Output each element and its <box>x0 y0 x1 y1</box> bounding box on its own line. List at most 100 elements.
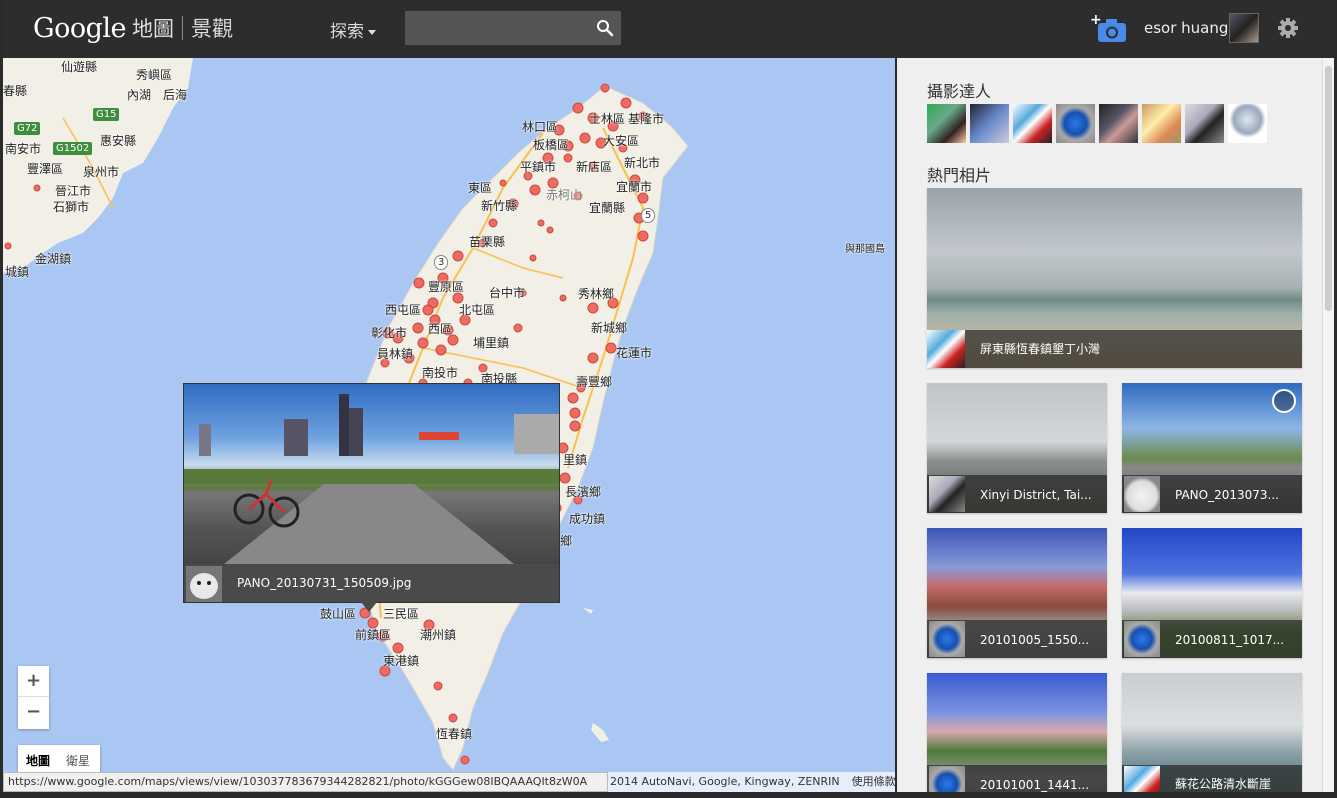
brand-google: Google <box>33 12 126 44</box>
zoom-control: + − <box>18 666 49 729</box>
map-label: 苗栗縣 <box>469 235 506 249</box>
photographer-avatar[interactable] <box>1013 104 1052 143</box>
map-label: 內湖 <box>127 88 152 102</box>
terms-link[interactable]: 使用條款 <box>852 775 895 788</box>
photo-preview-popup[interactable]: PANO_20130731_150509.jpg <box>183 383 560 603</box>
map-copyright: 2014 AutoNavi, Google, Kingway, ZENRIN 使用… <box>608 772 895 792</box>
map-label: 石獅市 <box>53 200 90 214</box>
map-label: 恆春鎮 <box>436 727 473 741</box>
search-input[interactable] <box>406 12 586 44</box>
map-label: 秀嶼區 <box>136 68 173 82</box>
popup-caption[interactable]: PANO_20130731_150509.jpg <box>237 576 411 590</box>
photo-user-thumbnail[interactable] <box>927 330 965 368</box>
photo-title: PANO_2013073... <box>1175 488 1279 502</box>
popular-photos-title: 熱門相片 <box>927 166 992 185</box>
map-label: 新城鄉 <box>591 321 628 335</box>
photo-title: 蘇花公路清水斷崖 <box>1175 777 1272 791</box>
map-label: 城鎮 <box>5 265 30 279</box>
brand-views: 景觀 <box>190 17 233 41</box>
google-maps-views-logo[interactable]: Google 地圖 景觀 <box>33 10 233 46</box>
top-bar: Google 地圖 景觀 探索 + esor huang <box>3 0 1334 58</box>
photo-user-thumbnail[interactable] <box>929 766 965 792</box>
scrollbar-thumb[interactable] <box>1325 66 1332 311</box>
gear-icon[interactable] <box>1277 17 1299 39</box>
map-label: 豐澤區 <box>27 162 64 176</box>
photographer-avatar[interactable] <box>1099 104 1138 143</box>
map-label: 彰化市 <box>371 326 408 340</box>
map-label: 后海 <box>163 88 188 102</box>
popup-user-thumbnail[interactable] <box>186 566 222 602</box>
photo-title: 屏東縣恆春鎮墾丁小灣 <box>980 342 1101 356</box>
map-label: 新北市 <box>624 156 661 170</box>
zoom-in-button[interactable]: + <box>18 666 49 697</box>
search-icon[interactable] <box>596 19 614 37</box>
photo-user-thumbnail[interactable] <box>929 476 965 512</box>
map-label: 南投市 <box>422 366 459 380</box>
highway-shield: G72 <box>14 122 41 135</box>
map-label: 鄉 <box>560 534 573 548</box>
caret-down-icon <box>368 29 376 35</box>
photo-user-thumbnail[interactable] <box>1124 621 1160 657</box>
logo-separator <box>181 16 183 40</box>
copyright-text: 2014 AutoNavi, Google, Kingway, ZENRIN <box>610 775 840 788</box>
highway-shield: G15 <box>93 108 120 121</box>
zoom-out-button[interactable]: − <box>18 697 49 728</box>
panorama-badge-icon <box>1272 389 1296 413</box>
map-label: 花蓮市 <box>616 346 653 360</box>
photo-user-thumbnail[interactable] <box>1124 476 1160 512</box>
user-avatar[interactable] <box>1229 13 1259 43</box>
map-label: 與那國島 <box>845 244 885 255</box>
photographer-avatar[interactable] <box>970 104 1009 143</box>
map-label: 春縣 <box>3 84 28 98</box>
map-canvas[interactable]: 仙遊縣 秀嶼區 春縣 內湖 后海 惠安縣 南安市 豐澤區 泉州市 晉江市 石獅市… <box>3 58 895 792</box>
map-label: 埔里鎮 <box>473 336 510 350</box>
popular-photo-card[interactable]: 屏東縣恆春鎮墾丁小灣 <box>927 188 1302 368</box>
popup-pointer <box>361 602 377 612</box>
status-bar-url: https://www.google.com/maps/views/view/1… <box>3 772 608 792</box>
photo-title: Xinyi District, Tai... <box>980 488 1092 502</box>
map-label: 晉江市 <box>55 184 92 198</box>
map-label: 東區 <box>468 181 493 195</box>
map-label: 員林鎮 <box>377 347 414 361</box>
map-label: 新竹縣 <box>481 199 518 213</box>
map-type-control: 地圖 衛星 <box>18 745 100 775</box>
popular-photo-card[interactable]: 蘇花公路清水斷崖 <box>1122 673 1302 792</box>
map-label: 前鎮區 <box>355 628 392 642</box>
add-photo-camera-icon[interactable]: + <box>1090 13 1128 43</box>
popular-photo-card[interactable]: PANO_2013073... <box>1122 383 1302 513</box>
photo-title: 20101001_1441... <box>980 778 1090 792</box>
map-label: 大安區 <box>603 134 640 148</box>
map-label: 宜蘭縣 <box>589 201 626 215</box>
popup-photo[interactable] <box>184 384 559 564</box>
map-label: 潮州鎮 <box>420 628 457 642</box>
photo-user-thumbnail[interactable] <box>929 621 965 657</box>
map-type-satellite[interactable]: 衛星 <box>58 752 98 769</box>
popular-photo-card[interactable]: 20101005_1550... <box>927 528 1107 658</box>
photographer-avatar[interactable] <box>1228 104 1267 143</box>
popular-photo-card[interactable]: 20101001_1441... <box>927 673 1107 792</box>
photographer-avatar[interactable] <box>927 104 966 143</box>
photo-title: 20100811_1017... <box>1175 633 1285 647</box>
photographer-avatar[interactable] <box>1185 104 1224 143</box>
photographer-avatar[interactable] <box>1056 104 1095 143</box>
map-label: 赤柯山 <box>546 188 583 202</box>
map-label: 成功鎮 <box>569 512 606 526</box>
map-label: 仙遊縣 <box>61 60 98 74</box>
sidebar-scrollbar[interactable] <box>1322 58 1334 792</box>
map-label: 鼓山區 <box>320 607 357 621</box>
map-label: 秀林鄉 <box>578 287 615 301</box>
popular-photo-card[interactable]: 20100811_1017... <box>1122 528 1302 658</box>
map-label: 惠安縣 <box>100 134 137 148</box>
photographer-avatar[interactable] <box>1142 104 1181 143</box>
map-label: 板橋區 <box>533 138 570 152</box>
map-label: 平鎮市 <box>520 160 557 174</box>
map-type-map[interactable]: 地圖 <box>18 752 58 769</box>
map-label: 壽豐鄉 <box>576 375 613 389</box>
explore-menu[interactable]: 探索 <box>330 17 376 42</box>
map-label: 林口區 <box>522 120 559 134</box>
username[interactable]: esor huang <box>1144 19 1228 37</box>
highway-shield: G1502 <box>53 142 93 155</box>
map-label: 士林區 <box>589 112 626 126</box>
photo-user-thumbnail[interactable] <box>1124 766 1160 792</box>
popular-photo-card[interactable]: Xinyi District, Tai... <box>927 383 1107 513</box>
